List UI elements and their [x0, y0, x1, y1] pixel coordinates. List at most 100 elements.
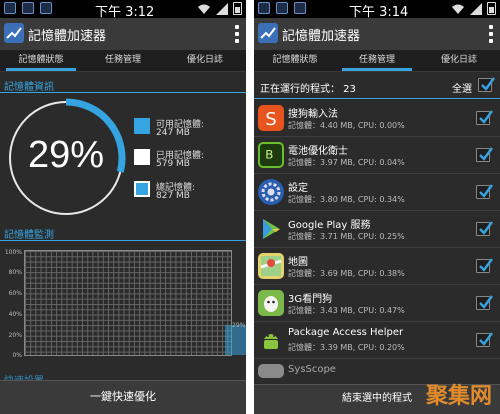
process-name: 3G看門狗	[288, 294, 333, 305]
checkmark-icon	[481, 77, 495, 91]
app-logo-icon	[258, 23, 278, 43]
process-checkbox[interactable]	[476, 221, 493, 236]
checkmark-icon	[479, 221, 493, 235]
process-name: 搜狗輸入法	[288, 109, 338, 120]
notification-icons	[4, 2, 52, 14]
app-bar: 記憶體加速器	[254, 18, 500, 50]
current-usage-label: 29%	[232, 322, 246, 329]
status-bar: 下午 3:14	[254, 0, 500, 20]
process-stats: 記憶體：4.40 MB, CPU: 0.00%	[288, 121, 405, 130]
download-notification-icon	[294, 2, 306, 14]
app-logo-icon	[4, 23, 24, 43]
checkmark-icon	[479, 332, 493, 346]
checkmark-icon	[479, 184, 493, 198]
legend-swatch	[134, 118, 150, 134]
checkmark-icon	[479, 147, 493, 161]
usb-notification-icon	[22, 2, 34, 14]
process-row[interactable]: 設定 記憶體：3.80 MB, CPU: 0.34%	[254, 174, 500, 211]
select-all-label: 全選	[452, 84, 472, 95]
tab-task-manager[interactable]: 任務管理	[82, 50, 164, 71]
current-usage-bar	[225, 325, 246, 355]
legend-swatch	[134, 149, 150, 165]
tab-optimize-log[interactable]: 優化日誌	[164, 50, 246, 71]
process-stats: 記憶體：3.39 MB, CPU: 0.20%	[288, 343, 405, 352]
process-row[interactable]: 3G看門狗 記憶體：3.43 MB, CPU: 0.47%	[254, 285, 500, 322]
legend-value: 579 MB	[156, 159, 190, 169]
process-checkbox[interactable]	[476, 184, 493, 199]
signal-icon	[470, 2, 482, 15]
notification-icons	[258, 2, 306, 14]
section-divider	[0, 92, 246, 93]
overflow-menu-icon[interactable]	[488, 25, 494, 43]
y-axis-label: 60%	[8, 290, 22, 297]
app-bar: 記憶體加速器	[0, 18, 246, 50]
memory-status-screen: 下午 3:12 記憶體加速器 記憶體狀態 任務管理 優化日誌 記憶體資訊 29%…	[0, 0, 246, 414]
process-checkbox[interactable]	[476, 258, 493, 273]
download-notification-icon	[40, 2, 52, 14]
android-icon	[258, 327, 284, 353]
process-row[interactable]: Google Play 服務 記憶體：3.71 MB, CPU: 0.25%	[254, 211, 500, 248]
process-row[interactable]: Package Access Helper 記憶體：3.39 MB, CPU: …	[254, 322, 500, 359]
sysscope-icon	[258, 364, 284, 378]
status-bar: 下午 3:12	[0, 0, 246, 20]
process-stats: 記憶體：3.80 MB, CPU: 0.34%	[288, 195, 405, 204]
checkmark-icon	[479, 295, 493, 309]
process-row[interactable]: 地圖 記憶體：3.69 MB, CPU: 0.38%	[254, 248, 500, 285]
wifi-icon	[198, 4, 210, 14]
checkmark-icon	[479, 258, 493, 272]
battery-guard-icon: B	[258, 142, 284, 168]
overflow-menu-icon[interactable]	[234, 25, 240, 43]
select-all-checkbox[interactable]	[478, 77, 495, 92]
process-stats: 記憶體：3.43 MB, CPU: 0.47%	[288, 306, 405, 315]
process-stats: 記憶體：3.71 MB, CPU: 0.25%	[288, 232, 405, 241]
usb-notification-icon	[276, 2, 288, 14]
watermark-logo: 聚集网	[425, 384, 492, 409]
memory-monitor-chart: 100% 80% 60% 40% 20% 0% 29%	[4, 249, 246, 360]
process-row[interactable]: S 搜狗輸入法 記憶體：4.40 MB, CPU: 0.00%	[254, 100, 500, 137]
process-name: 設定	[288, 183, 308, 194]
sogou-icon: S	[258, 105, 284, 131]
tab-memory-status[interactable]: 記憶體狀態	[0, 50, 82, 71]
memory-info-title: 記憶體資訊	[4, 82, 54, 93]
app-title: 記憶體加速器	[282, 29, 361, 44]
running-apps-header: 正在運行的程式： 23 全選	[254, 73, 500, 99]
signal-icon	[216, 2, 228, 15]
app-notification-icon	[258, 2, 270, 14]
checkmark-icon	[479, 110, 493, 124]
process-name: Package Access Helper	[288, 327, 404, 338]
y-axis-label: 0%	[12, 352, 22, 359]
process-name: 地圖	[288, 257, 308, 268]
settings-gear-icon	[258, 179, 284, 205]
svg-text:B: B	[265, 147, 273, 161]
battery-icon	[233, 2, 242, 15]
monitor-grid	[24, 250, 246, 356]
legend-value: 247 MB	[156, 128, 190, 138]
process-checkbox[interactable]	[476, 295, 493, 310]
process-checkbox[interactable]	[476, 332, 493, 347]
process-stats: 記憶體：3.69 MB, CPU: 0.38%	[288, 269, 405, 278]
process-name: 電池優化衛士	[288, 146, 348, 157]
maps-icon	[258, 253, 284, 279]
process-name: SysScope	[288, 364, 336, 375]
tab-optimize-log[interactable]: 優化日誌	[418, 50, 500, 71]
section-divider	[0, 240, 246, 241]
svg-text:S: S	[265, 109, 276, 130]
memory-monitor-title: 記憶體監測	[4, 230, 54, 241]
process-name: Google Play 服務	[288, 220, 371, 231]
legend-swatch	[134, 181, 150, 197]
process-checkbox[interactable]	[476, 147, 493, 162]
tab-task-manager[interactable]: 任務管理	[336, 50, 418, 71]
app-notification-icon	[4, 2, 16, 14]
battery-icon	[487, 2, 496, 15]
task-manager-screen: 下午 3:14 記憶體加速器 記憶體狀態 任務管理 優化日誌 正在運行的程式： …	[254, 0, 500, 414]
google-play-icon	[258, 216, 284, 242]
y-axis-label: 20%	[8, 332, 22, 339]
process-checkbox[interactable]	[476, 110, 493, 125]
tab-bar: 記憶體狀態 任務管理 優化日誌	[0, 50, 246, 72]
tab-bar: 記憶體狀態 任務管理 優化日誌	[254, 50, 500, 72]
tab-memory-status[interactable]: 記憶體狀態	[254, 50, 336, 71]
process-row[interactable]: B 電池優化衛士 記憶體：3.97 MB, CPU: 0.04%	[254, 137, 500, 174]
wifi-icon	[452, 4, 464, 14]
quick-optimize-button[interactable]: 一鍵快速優化	[0, 380, 246, 414]
y-axis-label: 80%	[8, 269, 22, 276]
